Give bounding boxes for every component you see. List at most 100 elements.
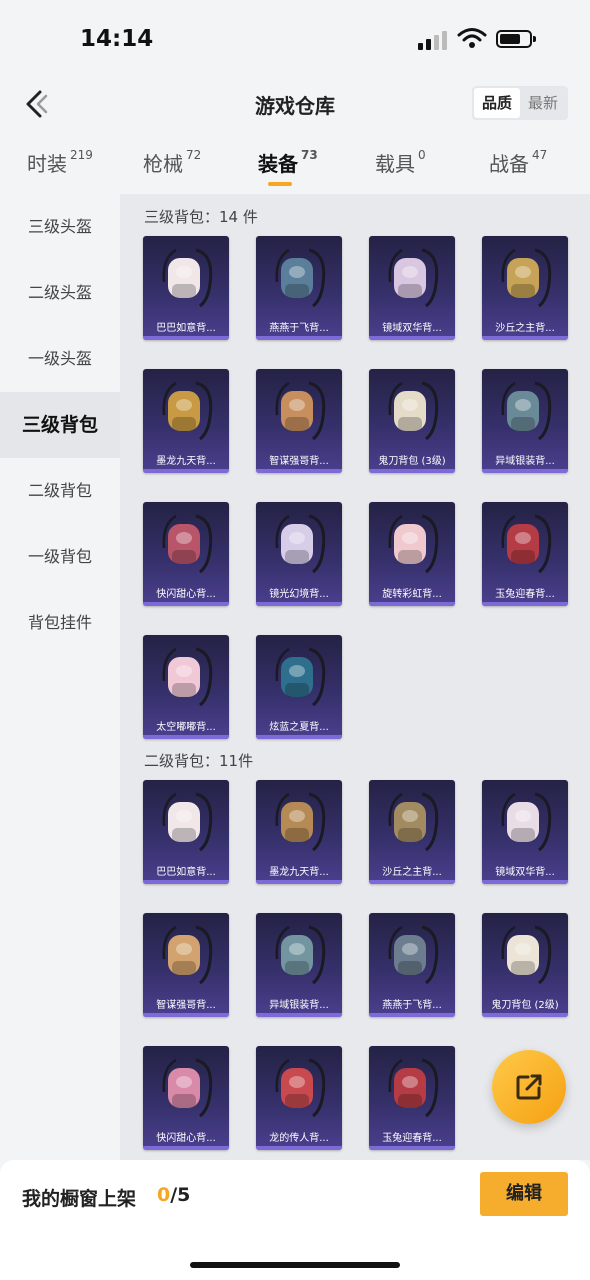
backpack-card[interactable]: 异域银装背...: [256, 913, 342, 1017]
battery-icon: [496, 30, 536, 48]
backpack-card[interactable]: 巴巴如意背...: [143, 780, 229, 884]
backpack-card[interactable]: 燕燕于飞背...: [369, 913, 455, 1017]
sort-newest-button[interactable]: 最新: [520, 88, 566, 118]
sidebar-item-level1-helmet[interactable]: 一级头盔: [0, 326, 120, 392]
sidebar-item-level3-backpack[interactable]: 三级背包: [0, 392, 120, 458]
item-name: 墨龙九天背...: [269, 867, 329, 878]
card-rarity-bar: [143, 1146, 229, 1150]
item-name: 墨龙九天背...: [156, 456, 216, 467]
sidebar-item-backpack-pendant[interactable]: 背包挂件: [0, 590, 120, 656]
card-rarity-bar: [482, 336, 568, 340]
showcase-label: 我的橱窗上架: [22, 1188, 137, 1210]
card-rarity-bar: [143, 880, 229, 884]
card-rarity-bar: [256, 336, 342, 340]
backpack-card[interactable]: 沙丘之主背...: [369, 780, 455, 884]
item-name: 玉兔迎春背...: [495, 589, 555, 600]
item-name: 快闪甜心背...: [156, 1133, 216, 1144]
item-name: 燕燕于飞背...: [269, 323, 329, 334]
card-rarity-bar: [369, 469, 455, 473]
backpack-card[interactable]: 太空嘟嘟背...: [143, 635, 229, 739]
backpack-card[interactable]: 鬼刀背包 (3级): [369, 369, 455, 473]
card-rarity-bar: [482, 602, 568, 606]
backpack-card[interactable]: 玉兔迎春背...: [369, 1046, 455, 1150]
backpack-card[interactable]: 快闪甜心背...: [143, 1046, 229, 1150]
backpack-card[interactable]: 镜域双华背...: [482, 780, 568, 884]
mirror-heart-backpack-icon: [501, 792, 552, 852]
backpack-card[interactable]: 墨龙九天背...: [143, 369, 229, 473]
item-name: 炫蓝之夏背...: [269, 722, 329, 733]
dune-lord-backpack-icon: [501, 248, 552, 308]
sort-quality-button[interactable]: 品质: [473, 88, 520, 118]
card-rarity-bar: [143, 602, 229, 606]
swallow-backpack-icon: [388, 925, 439, 985]
backpack-card[interactable]: 巴巴如意背...: [143, 236, 229, 340]
card-rarity-bar: [369, 336, 455, 340]
smart-brother-backpack-icon: [275, 381, 326, 441]
backpack-card[interactable]: 炫蓝之夏背...: [256, 635, 342, 739]
item-name: 异域银装背...: [495, 456, 555, 467]
mirror-heart-backpack-icon: [388, 248, 439, 308]
share-button[interactable]: [492, 1050, 566, 1124]
nav-bar: 游戏仓库 品质 最新: [0, 76, 590, 134]
mirror-light-backpack-icon: [275, 514, 326, 574]
space-dudu-backpack-icon: [162, 647, 213, 707]
tab-firearms[interactable]: 枪械 72: [143, 148, 201, 177]
card-rarity-bar: [143, 336, 229, 340]
backpack-card[interactable]: 鬼刀背包 (2级): [482, 913, 568, 1017]
card-rarity-bar: [482, 469, 568, 473]
ink-dragon-backpack-icon: [275, 792, 326, 852]
silver-armor-backpack-icon: [275, 925, 326, 985]
item-name: 燕燕于飞背...: [382, 1000, 442, 1011]
item-name: 龙的传人背...: [269, 1133, 329, 1144]
section-title: 二级背包：11件: [144, 752, 254, 770]
item-name: 镜域双华背...: [382, 323, 442, 334]
sidebar-item-level2-helmet[interactable]: 二级头盔: [0, 260, 120, 326]
backpack-card[interactable]: 镜域双华背...: [369, 236, 455, 340]
card-rarity-bar: [256, 1146, 342, 1150]
item-grid-panel[interactable]: 三级背包：14 件巴巴如意背... 燕燕于飞背... 镜域双华背... 沙丘之主背..…: [120, 194, 590, 1160]
showcase-count: 0/5: [157, 1184, 191, 1206]
item-name: 玉兔迎春背...: [382, 1133, 442, 1144]
tab-fashion[interactable]: 时装 219: [27, 148, 93, 177]
item-name: 巴巴如意背...: [156, 323, 216, 334]
card-rarity-bar: [369, 880, 455, 884]
item-name: 快闪甜心背...: [156, 589, 216, 600]
tab-vehicles[interactable]: 载具 0: [375, 148, 426, 177]
sidebar-item-level1-backpack[interactable]: 一级背包: [0, 524, 120, 590]
white-bunny-backpack-icon: [162, 792, 213, 852]
sidebar-item-level3-helmet[interactable]: 三级头盔: [0, 194, 120, 260]
backpack-card[interactable]: 旋转彩虹背...: [369, 502, 455, 606]
backpack-card[interactable]: 智谋强哥背...: [256, 369, 342, 473]
card-rarity-bar: [369, 602, 455, 606]
tab-equipment[interactable]: 装备 73: [258, 148, 318, 177]
section-title: 三级背包：14 件: [144, 208, 258, 226]
item-name: 沙丘之主背...: [382, 867, 442, 878]
backpack-card[interactable]: 快闪甜心背...: [143, 502, 229, 606]
category-tabs: 时装 219 枪械 72 装备 73 载具 0 战备 47: [0, 134, 590, 194]
sort-toggle: 品质 最新: [471, 86, 568, 120]
item-name: 镜光幻境背...: [269, 589, 329, 600]
sidebar-item-level2-backpack[interactable]: 二级背包: [0, 458, 120, 524]
backpack-card[interactable]: 墨龙九天背...: [256, 780, 342, 884]
white-bunny-backpack-icon: [162, 248, 213, 308]
silver-armor-backpack-icon: [501, 381, 552, 441]
card-rarity-bar: [143, 469, 229, 473]
backpack-card[interactable]: 沙丘之主背...: [482, 236, 568, 340]
backpack-card[interactable]: 玉兔迎春背...: [482, 502, 568, 606]
backpack-card[interactable]: 龙的传人背...: [256, 1046, 342, 1150]
blue-summer-backpack-icon: [275, 647, 326, 707]
card-rarity-bar: [369, 1013, 455, 1017]
wifi-icon: [457, 28, 487, 48]
edit-button[interactable]: 编辑: [480, 1172, 568, 1216]
card-rarity-bar: [369, 1146, 455, 1150]
backpack-card[interactable]: 智谋强哥背...: [143, 913, 229, 1017]
tab-supplies[interactable]: 战备 47: [489, 148, 547, 177]
item-name: 旋转彩虹背...: [382, 589, 442, 600]
item-name: 镜域双华背...: [495, 867, 555, 878]
item-name: 鬼刀背包 (2级): [491, 1000, 559, 1011]
card-rarity-bar: [143, 735, 229, 739]
backpack-card[interactable]: 异域银装背...: [482, 369, 568, 473]
backpack-card[interactable]: 镜光幻境背...: [256, 502, 342, 606]
item-name: 鬼刀背包 (3级): [378, 456, 446, 467]
backpack-card[interactable]: 燕燕于飞背...: [256, 236, 342, 340]
